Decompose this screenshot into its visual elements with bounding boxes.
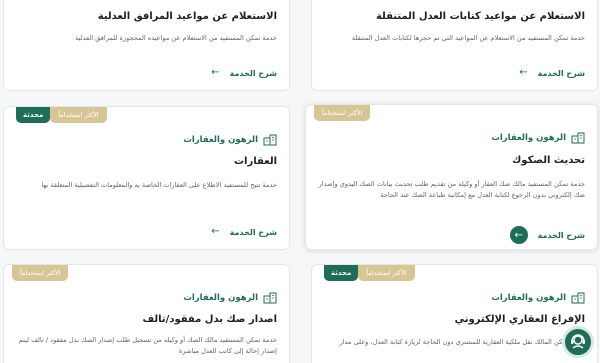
service-title: الإفراغ العقاري الإلكتروني: [454, 314, 585, 325]
category-label: الرهون والعقارات: [491, 133, 566, 143]
service-category: الرهون والعقارات: [491, 132, 585, 144]
support-agent-icon: [571, 334, 585, 349]
service-card[interactable]: محدثة الأكثر استخداماً الرهون والعقارات …: [3, 106, 290, 250]
service-description: خدمة تمكن المستفيد من الاستعلام عن الموا…: [351, 34, 585, 42]
service-card[interactable]: الاستعلام عن مواعيد المرافق العدلية خدمة…: [3, 0, 290, 91]
service-category: الرهون والعقارات: [491, 292, 585, 304]
service-description: خدمة تمكن المستفيد من الاستعلام عن مواعي…: [75, 34, 277, 42]
service-title: اصدار صك بدل مفقود/تالف: [142, 314, 278, 325]
support-chat-button[interactable]: [562, 326, 594, 358]
updated-badge: محدثة: [16, 107, 51, 123]
service-title: تحديث الصكوك: [512, 155, 585, 166]
category-label: الرهون والعقارات: [491, 293, 566, 303]
badge-group: محدثة الأكثر استخداماً: [12, 107, 107, 123]
service-details-label: شرح الخدمة: [229, 227, 277, 237]
most-used-badge: الأكثر استخداماً: [50, 107, 107, 123]
arrow-left-icon: ←: [519, 67, 528, 78]
buildings-icon: [263, 134, 277, 146]
most-used-badge: الأكثر استخداماً: [12, 265, 69, 281]
service-description: خدمة تمكن المستفيد مالك صك العقار أو وكي…: [318, 180, 585, 199]
service-title: الاستعلام عن مواعيد المرافق العدلية: [97, 11, 277, 22]
category-label: الرهون والعقارات: [183, 293, 258, 303]
service-details-label: شرح الخدمة: [537, 68, 585, 78]
service-details-label: شرح الخدمة: [229, 68, 277, 78]
service-card[interactable]: الاستعلام عن مواعيد كتابات العدل المتنقل…: [311, 0, 598, 91]
arrow-left-icon: ←: [211, 226, 220, 237]
service-description: خدمة تمكن المالك نقل ملكية العقارية للمش…: [339, 338, 585, 346]
service-category: الرهون والعقارات: [183, 134, 277, 146]
service-details-link[interactable]: شرح الخدمة ←: [211, 68, 277, 78]
most-used-badge: الأكثر استخداماً: [314, 105, 371, 121]
updated-badge: محدثة: [324, 265, 359, 281]
badge-group: محدثة الأكثر استخداماً: [320, 265, 415, 281]
badge-group: الأكثر استخداماً: [314, 105, 371, 121]
service-card[interactable]: الأكثر استخداماً الرهون والعقارات اصدار …: [3, 264, 290, 363]
service-title: العقارات: [233, 156, 277, 167]
buildings-icon: [571, 292, 585, 304]
service-details-link[interactable]: شرح الخدمة ←: [509, 226, 585, 244]
service-details-link[interactable]: شرح الخدمة ←: [211, 227, 277, 237]
buildings-icon: [263, 292, 277, 304]
badge-group: الأكثر استخداماً: [12, 265, 69, 281]
service-card[interactable]: الأكثر استخداماً الرهون والعقارات تحديث …: [305, 104, 598, 250]
arrow-left-icon: ←: [509, 226, 528, 244]
service-card[interactable]: محدثة الأكثر استخداماً الرهون والعقارات …: [311, 264, 598, 363]
buildings-icon: [571, 132, 585, 144]
service-details-link[interactable]: شرح الخدمة ←: [519, 68, 585, 78]
arrow-left-icon: ←: [211, 67, 220, 78]
service-title: الاستعلام عن مواعيد كتابات العدل المتنقل…: [375, 11, 585, 22]
service-description: خدمة تتيح للمستفيد الاطلاع على العقارات …: [41, 181, 277, 189]
category-label: الرهون والعقارات: [183, 135, 258, 145]
service-category: الرهون والعقارات: [183, 292, 277, 304]
most-used-badge: الأكثر استخداماً: [358, 265, 415, 281]
service-description: خدمة تمكن المستفيد مالك الصك أو وكيله من…: [18, 336, 277, 355]
service-details-label: شرح الخدمة: [537, 230, 585, 240]
